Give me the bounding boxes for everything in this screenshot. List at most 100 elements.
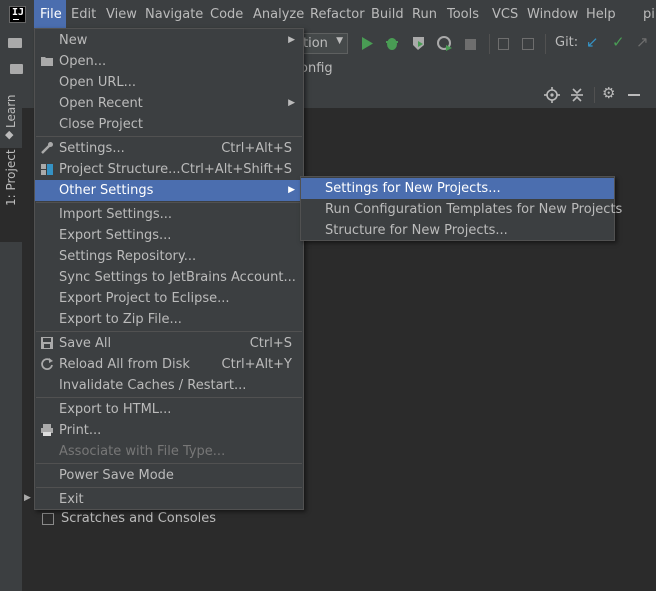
refresh-icon (40, 357, 54, 371)
submenu-item-label: Run Configuration Templates for New Proj… (325, 202, 623, 217)
menu-code[interactable]: Code (210, 0, 243, 30)
left-tool-strip: Learn ◆ 1: Project (0, 82, 23, 591)
menu-item-label: Exit (59, 492, 84, 507)
menu-item-label: Open Recent (59, 96, 143, 111)
menu-item-export-eclipse[interactable]: Export Project to Eclipse... (35, 288, 303, 309)
coverage-icon[interactable] (411, 36, 426, 51)
menu-item-settings-repository[interactable]: Settings Repository... (35, 246, 303, 267)
chevron-right-icon: ▶ (288, 185, 295, 195)
folder-icon (40, 54, 54, 68)
menu-item-open[interactable]: Open... (35, 51, 303, 72)
project-structure-icon (40, 162, 54, 176)
menu-item-reload-disk[interactable]: Reload All from Disk Ctrl+Alt+Y (35, 354, 303, 375)
debug-icon[interactable] (385, 36, 399, 51)
toolbar-divider (545, 34, 546, 54)
tab-project[interactable]: 1: Project (0, 148, 22, 242)
expand-arrow-icon[interactable]: ▶ (24, 493, 31, 503)
collapse-all-icon[interactable] (570, 87, 584, 103)
menu-item-label: Other Settings (59, 183, 154, 198)
menu-item-open-recent[interactable]: Open Recent ▶ (35, 93, 303, 114)
save-icon (40, 336, 54, 350)
menu-item-invalidate-caches[interactable]: Invalidate Caches / Restart... (35, 375, 303, 396)
menu-item-shortcut: Ctrl+Alt+Y (221, 357, 292, 372)
app-logo-icon: IJ (9, 6, 26, 23)
menu-separator (36, 136, 302, 137)
printer-icon (40, 423, 54, 437)
tree-item-scratches[interactable]: Scratches and Consoles (61, 511, 216, 526)
menu-item-import-settings[interactable]: Import Settings... (35, 204, 303, 225)
stop-icon[interactable] (465, 39, 476, 50)
open-folder-icon[interactable] (8, 38, 22, 48)
menu-item-export-settings[interactable]: Export Settings... (35, 225, 303, 246)
menu-item-label: Export to HTML... (59, 402, 172, 417)
menu-item-label: Export to Zip File... (59, 312, 182, 327)
menu-item-label: Settings... (59, 141, 125, 156)
chevron-right-icon: ▶ (288, 98, 295, 108)
menu-window[interactable]: Window (527, 0, 578, 30)
menu-item-label: Open... (59, 54, 107, 69)
menu-item-shortcut: Ctrl+S (249, 336, 292, 351)
menu-item-label: Export Settings... (59, 228, 172, 243)
attach-icon[interactable] (498, 38, 509, 50)
menu-item-export-zip[interactable]: Export to Zip File... (35, 309, 303, 330)
tab-project-label: 1: Project (4, 149, 18, 206)
menu-analyze[interactable]: Analyze (253, 0, 304, 30)
menu-item-label: Save All (59, 336, 112, 351)
menu-item-label: Settings Repository... (59, 249, 197, 264)
menu-item-close-project[interactable]: Close Project (35, 114, 303, 135)
minimize-icon[interactable] (628, 94, 640, 96)
menu-item-label: Associate with File Type... (59, 444, 226, 459)
menu-item-sync-settings[interactable]: Sync Settings to JetBrains Account... (35, 267, 303, 288)
menu-item-exit[interactable]: Exit (35, 489, 303, 510)
run-icon[interactable] (361, 37, 373, 50)
menu-item-project-structure[interactable]: Project Structure... Ctrl+Alt+Shift+S (35, 159, 303, 180)
git-update-icon[interactable]: ↙ (586, 33, 599, 51)
menu-item-label: Import Settings... (59, 207, 172, 222)
submenu-item-settings-new-projects[interactable]: Settings for New Projects... (301, 178, 614, 199)
git-commit-icon[interactable]: ✓ (612, 33, 625, 51)
folder-icon (10, 64, 23, 74)
menu-item-new[interactable]: New ▶ (35, 30, 303, 51)
menu-navigate[interactable]: Navigate (145, 0, 203, 30)
other-settings-submenu: Settings for New Projects... Run Configu… (300, 176, 622, 241)
submenu-item-structure-new-projects[interactable]: Structure for New Projects... (301, 220, 614, 241)
menu-item-label: Close Project (59, 117, 144, 132)
menu-run[interactable]: Run (412, 0, 437, 30)
build-artifact-icon[interactable] (522, 38, 534, 50)
breadcrumb[interactable]: onfig (300, 61, 333, 76)
menu-refactor[interactable]: Refactor (310, 0, 365, 30)
menu-item-settings[interactable]: Settings... Ctrl+Alt+S (35, 138, 303, 159)
menu-item-label: New (59, 33, 88, 48)
menu-item-label: Sync Settings to JetBrains Account... (59, 270, 296, 285)
run-config-dropdown[interactable]: tion ▼ (300, 33, 348, 54)
submenu-item-run-config-templates[interactable]: Run Configuration Templates for New Proj… (301, 199, 622, 220)
menu-separator (36, 331, 302, 332)
header-divider (594, 87, 595, 103)
menu-vcs[interactable]: VCS (492, 0, 518, 30)
menu-item-power-save[interactable]: Power Save Mode (35, 465, 303, 486)
wrench-icon (40, 141, 54, 155)
menu-build[interactable]: Build (371, 0, 404, 30)
git-push-icon[interactable]: ↗ (636, 33, 649, 51)
menu-tools[interactable]: Tools (447, 0, 479, 30)
menu-item-save-all[interactable]: Save All Ctrl+S (35, 333, 303, 354)
file-menu: New ▶ Open... Open URL... Open Recent ▶ Cl… (34, 28, 304, 510)
menu-help[interactable]: Help (586, 0, 616, 30)
menu-item-print[interactable]: Print... (35, 420, 303, 441)
menu-item-associate-file-type: Associate with File Type... (35, 441, 303, 462)
scratches-icon (42, 513, 54, 525)
run-config-label: tion (303, 36, 328, 51)
locate-icon[interactable] (544, 87, 560, 103)
menu-item-label: Export Project to Eclipse... (59, 291, 230, 306)
tab-learn[interactable]: Learn ◆ (0, 86, 22, 156)
profile-icon[interactable] (437, 36, 453, 52)
menu-file[interactable]: File (34, 0, 66, 30)
menu-view[interactable]: View (106, 0, 137, 30)
menu-item-export-html[interactable]: Export to HTML... (35, 399, 303, 420)
menu-item-open-url[interactable]: Open URL... (35, 72, 303, 93)
menu-item-other-settings[interactable]: Other Settings ▶ (35, 180, 303, 201)
menu-item-label: Power Save Mode (59, 468, 174, 483)
menu-edit[interactable]: Edit (71, 0, 96, 30)
gear-icon[interactable]: ⚙ (602, 84, 615, 102)
menu-item-label: Print... (59, 423, 102, 438)
